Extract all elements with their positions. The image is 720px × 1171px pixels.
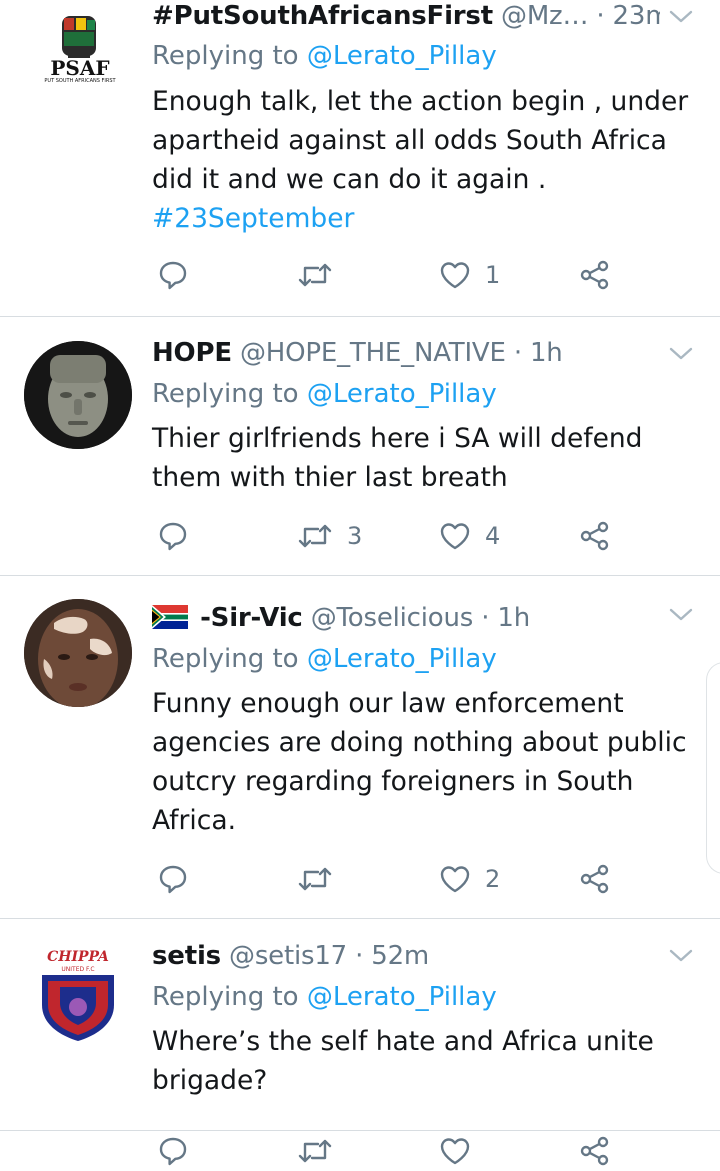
replying-to-line: Replying to @Lerato_Pillay xyxy=(152,376,497,412)
tweet-header: HOPE @HOPE_THE_NATIVE · 1h xyxy=(152,333,660,373)
avatar-logo-subtext: PUT SOUTH AFRICANS FIRST xyxy=(44,78,116,84)
retweet-button[interactable] xyxy=(297,859,347,899)
avatar[interactable]: PSAF PUT SOUTH AFRICANS FIRST xyxy=(24,0,132,102)
replying-to-mention[interactable]: @Lerato_Pillay xyxy=(307,982,497,1012)
chevron-down-icon[interactable] xyxy=(668,943,694,969)
chevron-down-icon[interactable] xyxy=(668,4,694,30)
retweet-count: 3 xyxy=(347,522,363,550)
side-drawer-handle[interactable] xyxy=(706,662,720,874)
user-handle[interactable]: @HOPE_THE_NATIVE xyxy=(240,338,506,368)
display-name[interactable]: -Sir-Vic xyxy=(200,603,303,633)
retweet-icon xyxy=(298,1139,332,1163)
tweet-text: Thier girlfriends here i SA will defend … xyxy=(152,423,643,493)
replying-to-mention[interactable]: @Lerato_Pillay xyxy=(307,379,497,409)
tweet-2[interactable]: HOPE @HOPE_THE_NATIVE · 1h Replying to @… xyxy=(0,317,720,575)
like-button[interactable]: 1 xyxy=(439,255,500,295)
reply-button[interactable] xyxy=(157,1131,189,1171)
tweet-text: Enough talk, let the action begin , unde… xyxy=(152,86,689,195)
replying-to-mention[interactable]: @Lerato_Pillay xyxy=(307,41,497,71)
separator-dot: · xyxy=(513,338,522,368)
reply-icon xyxy=(159,1137,187,1166)
avatar[interactable] xyxy=(24,599,132,707)
tweet-header: setis @setis17 · 52m xyxy=(152,936,660,976)
timestamp[interactable]: 23m xyxy=(613,1,660,31)
retweet-button[interactable] xyxy=(297,255,347,295)
retweet-icon xyxy=(298,867,332,891)
tweet-header: #PutSouthAfricansFirst @Mz… · 23m xyxy=(152,0,660,36)
avatar[interactable]: CHIPPA UNITED F.C xyxy=(24,941,132,1049)
tweet-3[interactable]: -Sir-Vic @Toselicious · 1h Replying to @… xyxy=(0,576,720,918)
retweet-button[interactable] xyxy=(297,1131,333,1171)
reply-icon xyxy=(159,261,187,290)
share-icon xyxy=(580,260,609,290)
user-handle[interactable]: @setis17 xyxy=(229,941,347,971)
replying-to-line: Replying to @Lerato_Pillay xyxy=(152,38,497,74)
replying-to-mention[interactable]: @Lerato_Pillay xyxy=(307,644,497,674)
replying-to-prefix: Replying to xyxy=(152,982,307,1012)
tweet-actions: 2 xyxy=(0,859,720,899)
tweet-actions-partial xyxy=(0,1131,720,1171)
reply-icon xyxy=(159,522,187,551)
like-icon xyxy=(440,523,470,550)
tweet-actions: 1 xyxy=(0,255,720,295)
replying-to-prefix: Replying to xyxy=(152,41,307,71)
tweet-1[interactable]: PSAF PUT SOUTH AFRICANS FIRST #PutSouthA… xyxy=(0,0,720,316)
replying-to-line: Replying to @Lerato_Pillay xyxy=(152,979,497,1015)
timestamp[interactable]: 1h xyxy=(497,603,530,633)
share-button[interactable] xyxy=(579,255,611,295)
share-icon xyxy=(580,864,609,894)
timestamp[interactable]: 1h xyxy=(530,338,563,368)
reply-button[interactable] xyxy=(157,516,189,556)
reply-button[interactable] xyxy=(157,859,189,899)
avatar-logo-text: PSAF xyxy=(50,56,110,80)
replying-to-prefix: Replying to xyxy=(152,644,307,674)
like-count: 1 xyxy=(485,261,501,289)
separator-dot: · xyxy=(481,603,490,633)
like-button[interactable] xyxy=(439,1131,471,1171)
like-count: 2 xyxy=(485,865,501,893)
tweet-text: Funny enough our law enforcement agencie… xyxy=(152,688,687,836)
tweet-header: -Sir-Vic @Toselicious · 1h xyxy=(152,598,660,638)
display-name[interactable]: HOPE xyxy=(152,338,232,368)
share-icon xyxy=(580,521,609,551)
statue-face-image xyxy=(24,341,132,449)
retweet-button[interactable]: 3 xyxy=(297,516,362,556)
share-icon xyxy=(580,1136,609,1166)
share-button[interactable] xyxy=(579,516,611,556)
like-count: 4 xyxy=(485,522,501,550)
separator-dot: · xyxy=(596,1,605,31)
avatar[interactable] xyxy=(24,341,132,449)
replying-to-prefix: Replying to xyxy=(152,379,307,409)
user-handle[interactable]: @Toselicious xyxy=(311,603,474,633)
display-name[interactable]: setis xyxy=(152,941,221,971)
retweet-icon xyxy=(298,263,332,287)
replying-to-line: Replying to @Lerato_Pillay xyxy=(152,641,497,677)
retweet-icon xyxy=(298,524,332,548)
separator-dot: · xyxy=(355,941,364,971)
reply-icon xyxy=(159,865,187,894)
share-button[interactable] xyxy=(579,859,611,899)
like-icon xyxy=(440,262,470,289)
bottom-divider xyxy=(0,1130,720,1131)
chevron-down-icon[interactable] xyxy=(668,602,694,628)
like-icon xyxy=(440,866,470,893)
like-button[interactable]: 2 xyxy=(439,859,500,899)
hashtag-link[interactable]: #23September xyxy=(152,199,354,238)
tweet-text: Where’s the self hate and Africa unite b… xyxy=(152,1026,654,1096)
share-button[interactable] xyxy=(579,1131,611,1171)
tweet-4[interactable]: CHIPPA UNITED F.C setis @setis17 · 52m R… xyxy=(0,919,720,1166)
south-africa-flag-icon xyxy=(152,601,188,638)
psaf-logo-image xyxy=(62,16,96,58)
like-button[interactable]: 4 xyxy=(439,516,500,556)
portrait-image xyxy=(24,599,132,707)
avatar-logo-text: CHIPPA xyxy=(47,949,109,965)
tweet-actions: 3 4 xyxy=(0,516,720,556)
chevron-down-icon[interactable] xyxy=(668,341,694,367)
timestamp[interactable]: 52m xyxy=(371,941,429,971)
reply-button[interactable] xyxy=(157,255,189,295)
user-handle[interactable]: @Mz… xyxy=(501,1,588,31)
avatar-logo-subtext: UNITED F.C xyxy=(61,966,95,973)
display-name[interactable]: #PutSouthAfricansFirst xyxy=(152,1,493,31)
